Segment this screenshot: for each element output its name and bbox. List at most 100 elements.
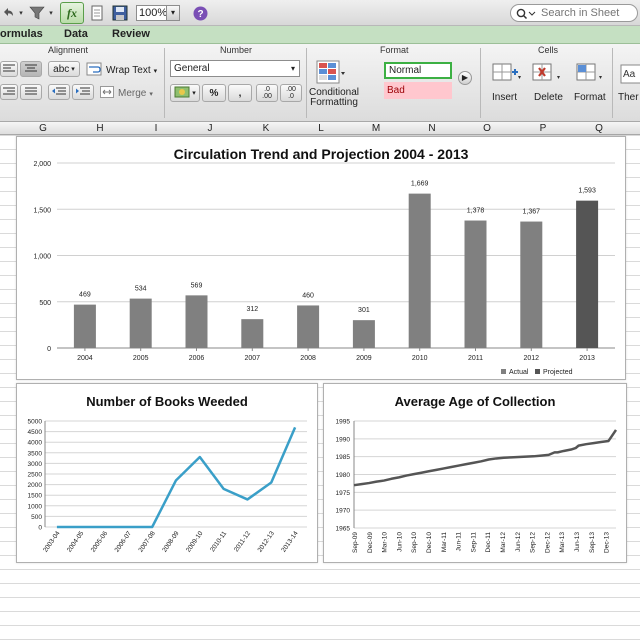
insert-cells-button[interactable]: Insert xyxy=(486,60,526,118)
y-tick-label: 1970 xyxy=(336,508,351,515)
save-icon[interactable] xyxy=(110,3,130,23)
fx-icon[interactable]: fx xyxy=(60,2,84,24)
circulation-chart-plot: 0 500 1,000 1,500 2,000 469 2004 534 2005 569 2006… xyxy=(33,161,615,376)
x-tick-label: Dec-13 xyxy=(604,532,611,553)
align-left-icon[interactable] xyxy=(0,61,18,77)
column-header[interactable]: G xyxy=(33,123,53,134)
filter-dropdown-icon[interactable]: ▾ xyxy=(46,3,56,23)
actual-bar xyxy=(464,220,487,348)
x-tick-label: 2013 xyxy=(579,355,595,362)
insert-label: Insert xyxy=(492,92,518,103)
filter-icon[interactable] xyxy=(28,3,46,23)
circulation-chart[interactable]: Circulation Trend and Projection 2004 - … xyxy=(16,136,626,380)
search-icon xyxy=(516,7,536,25)
tab-data[interactable]: Data xyxy=(64,28,88,40)
search-field[interactable] xyxy=(510,4,638,22)
style-normal-swatch[interactable]: Normal xyxy=(384,62,452,79)
currency-dropdown-icon: ▾ xyxy=(192,90,196,97)
bar-value-label: 569 xyxy=(191,282,203,289)
align-center-icon[interactable] xyxy=(20,61,42,77)
conditional-formatting-icon[interactable] xyxy=(316,60,346,90)
search-input[interactable] xyxy=(541,6,635,20)
wrap-text-label: Wrap Text xyxy=(106,65,151,76)
column-header[interactable]: N xyxy=(422,123,442,134)
column-header[interactable]: J xyxy=(200,123,220,134)
merge-label: Merge xyxy=(118,88,147,99)
column-header[interactable]: M xyxy=(366,123,386,134)
justify-icon[interactable] xyxy=(20,84,42,100)
legend-swatch-projected xyxy=(535,369,540,374)
themes-icon: Aa xyxy=(620,64,640,89)
x-tick-label: Dec-09 xyxy=(367,532,374,553)
y-tick-label: 1975 xyxy=(336,490,351,497)
currency-format-button[interactable]: ▾ xyxy=(170,84,200,102)
undo-icon[interactable] xyxy=(0,3,16,23)
x-tick-label: 2005 xyxy=(133,355,149,362)
document-icon[interactable] xyxy=(88,3,106,23)
column-header[interactable]: I xyxy=(146,123,166,134)
increase-indent-icon[interactable] xyxy=(72,84,94,100)
y-tick-label: 3500 xyxy=(28,450,43,457)
column-header[interactable]: O xyxy=(477,123,497,134)
y-tick-label: 1,500 xyxy=(33,207,51,214)
actual-bar xyxy=(520,221,543,348)
y-tick-label: 3000 xyxy=(28,461,43,468)
y-tick-label: 4500 xyxy=(28,429,43,436)
x-tick-label: Sep-11 xyxy=(470,532,477,553)
y-tick-label: 1990 xyxy=(336,436,351,443)
y-tick-label: 5000 xyxy=(28,419,43,426)
legend-swatch-actual xyxy=(501,369,506,374)
delete-cells-button[interactable]: Delete xyxy=(528,60,568,118)
x-tick-label: 2005-06 xyxy=(90,530,110,554)
x-tick-label: 2007-08 xyxy=(137,530,157,554)
zoom-dropdown-icon[interactable]: ▾ xyxy=(166,5,180,21)
decrease-indent-icon[interactable] xyxy=(48,84,70,100)
x-tick-label: Jun-11 xyxy=(456,532,463,552)
merge-button[interactable]: Merge ▾ xyxy=(100,86,153,101)
column-header[interactable]: Q xyxy=(589,123,609,134)
format-cells-button[interactable]: Format xyxy=(570,60,610,118)
decrease-decimal-button[interactable]: .00 .0 xyxy=(280,84,302,102)
help-icon[interactable]: ? xyxy=(192,3,208,23)
books-weeded-chart[interactable]: Number of Books Weeded 0 500 1000 1500 2000 2… xyxy=(16,383,318,563)
conditional-formatting-label[interactable]: Conditional Formatting xyxy=(308,88,360,108)
undo-dropdown-icon[interactable]: ▾ xyxy=(16,3,26,23)
column-header[interactable]: K xyxy=(256,123,276,134)
x-tick-label: 2003-04 xyxy=(42,530,62,554)
align-right-icon[interactable] xyxy=(0,84,18,100)
ribbon-separator xyxy=(480,48,481,118)
average-age-chart[interactable]: Average Age of Collection 1965 1970 1975 19… xyxy=(323,383,627,563)
number-format-dropdown-icon: ▾ xyxy=(290,64,295,73)
x-tick-label: Sep-13 xyxy=(589,532,596,553)
style-bad-swatch[interactable]: Bad xyxy=(384,82,452,99)
column-header[interactable]: H xyxy=(90,123,110,134)
wrap-text-dropdown-icon: ▾ xyxy=(153,67,158,75)
column-header[interactable]: P xyxy=(533,123,553,134)
alignment-group-title: Alignment xyxy=(48,45,89,55)
ribbon: Alignment abc ▾ Wrap Text ▾ Merge ▾ Numbe… xyxy=(0,44,640,122)
ribbon-separator xyxy=(164,48,165,118)
format-cells-icon xyxy=(576,62,606,89)
x-tick-label: Mar-13 xyxy=(559,532,566,553)
column-header[interactable]: L xyxy=(311,123,331,134)
bar-value-label: 312 xyxy=(246,306,258,313)
percent-button[interactable]: % xyxy=(202,84,226,102)
x-tick-label: 2004 xyxy=(77,355,93,362)
projected-bar xyxy=(576,200,599,348)
x-tick-label: Jun-13 xyxy=(574,532,581,552)
themes-button[interactable]: Aa Ther xyxy=(618,60,640,118)
tab-formulas[interactable]: ormulas xyxy=(0,28,43,40)
styles-next-icon[interactable]: ▶ xyxy=(458,71,472,85)
x-tick-label: 2010 xyxy=(412,355,428,362)
ribbon-separator xyxy=(612,48,613,118)
x-tick-label: 2010-11 xyxy=(209,530,228,553)
cells-group-title: Cells xyxy=(538,45,559,55)
average-age-chart-plot: 1965 1970 1975 1980 1985 1990 1995 Sep-09 Dec-09… xyxy=(336,419,618,553)
wrap-text-button[interactable]: Wrap Text ▾ xyxy=(86,62,157,79)
comma-style-button[interactable]: , xyxy=(228,84,252,102)
format-label: Format xyxy=(574,92,606,103)
number-format-select[interactable]: General ▾ xyxy=(170,60,300,77)
tab-review[interactable]: Review xyxy=(112,28,150,40)
text-orientation-button[interactable]: abc ▾ xyxy=(48,61,80,77)
increase-decimal-button[interactable]: .0 .00 xyxy=(256,84,278,102)
